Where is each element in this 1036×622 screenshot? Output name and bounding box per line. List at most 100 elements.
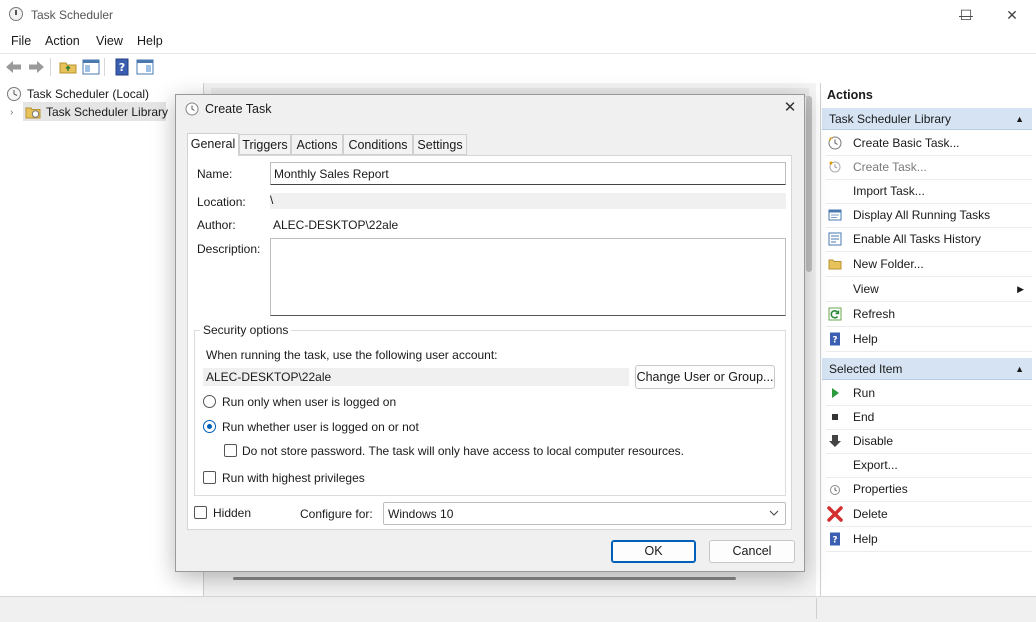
action-help-selected[interactable]: ? Help — [826, 527, 1032, 552]
do-not-store-password-checkbox[interactable] — [224, 444, 237, 457]
change-user-or-group-button[interactable]: Change User or Group... — [635, 365, 775, 389]
status-bar-divider — [816, 598, 817, 619]
new-folder-icon — [828, 259, 842, 270]
run-whether-logged-on-radio[interactable] — [203, 420, 216, 433]
action-end[interactable]: End — [826, 405, 1032, 430]
action-import-task[interactable]: Import Task... — [826, 179, 1032, 204]
name-input-value: Monthly Sales Report — [274, 167, 389, 181]
action-new-folder[interactable]: New Folder... — [826, 252, 1032, 277]
action-create-task[interactable]: Create Task... — [826, 155, 1032, 180]
close-icon: ✕ — [1006, 7, 1018, 23]
dialog-close-button[interactable]: ✕ — [778, 98, 802, 118]
tab-general[interactable]: General — [187, 133, 239, 156]
location-value: \ — [270, 193, 786, 209]
menu-view[interactable]: View — [96, 34, 123, 48]
collapse-up-icon: ▲ — [1015, 114, 1024, 124]
show-hide-action-pane-button[interactable] — [135, 57, 155, 77]
back-button[interactable] — [4, 57, 24, 77]
chevron-down-icon — [769, 510, 779, 516]
cancel-button[interactable]: Cancel — [709, 540, 795, 563]
maximize-button[interactable]: ☐ — [943, 0, 989, 30]
folder-clock-icon — [25, 104, 41, 120]
action-delete[interactable]: Delete — [826, 502, 1032, 527]
menu-action[interactable]: Action — [45, 34, 80, 48]
action-properties[interactable]: Properties — [826, 477, 1032, 502]
description-label: Description: — [197, 242, 261, 256]
action-refresh[interactable]: Refresh — [826, 302, 1032, 327]
action-create-basic-task[interactable]: Create Basic Task... — [826, 131, 1032, 156]
maximize-icon: ☐ — [959, 7, 973, 23]
toolbar-separator — [104, 58, 105, 76]
submenu-arrow-icon: ▶ — [1017, 284, 1024, 294]
action-disable[interactable]: Disable — [826, 429, 1032, 454]
tree-root-local[interactable]: Task Scheduler (Local) — [27, 87, 149, 101]
tab-conditions[interactable]: Conditions — [343, 134, 413, 155]
back-arrow-icon — [6, 61, 21, 73]
svg-text:?: ? — [832, 336, 837, 346]
menu-file[interactable]: File — [11, 34, 31, 48]
action-run[interactable]: Run — [826, 381, 1032, 406]
collapse-up-icon: ▲ — [1015, 364, 1024, 374]
author-label: Author: — [197, 218, 236, 232]
toolbar — [0, 53, 1036, 82]
clock-icon — [6, 86, 22, 102]
action-display-running-tasks[interactable]: Display All Running Tasks — [826, 203, 1032, 228]
ok-button[interactable]: OK — [611, 540, 696, 563]
create-basic-task-icon — [828, 136, 842, 150]
section-header-selected-item[interactable]: Selected Item ▲ — [822, 358, 1032, 380]
close-window-button[interactable]: ✕ — [989, 0, 1035, 30]
create-task-icon — [829, 161, 841, 173]
action-view[interactable]: View ▶ — [826, 277, 1032, 302]
properties-clock-icon — [830, 485, 840, 495]
dialog-title: Create Task — [205, 102, 272, 116]
run-whether-logged-on-label[interactable]: Run whether user is logged on or not — [222, 420, 419, 434]
help-icon: ? — [830, 532, 840, 546]
run-only-logged-on-radio[interactable] — [203, 395, 216, 408]
help-toolbar-button[interactable]: ? — [112, 57, 132, 77]
menu-help[interactable]: Help — [137, 34, 163, 48]
section-header-library[interactable]: Task Scheduler Library ▲ — [822, 108, 1032, 130]
highest-privileges-label[interactable]: Run with highest privileges — [222, 471, 365, 485]
section-header-selected-item-label: Selected Item — [829, 362, 903, 376]
run-play-icon — [832, 388, 839, 398]
action-help-library[interactable]: ? Help — [826, 327, 1032, 352]
location-label: Location: — [197, 195, 246, 209]
svg-text:?: ? — [832, 536, 837, 546]
center-vertical-scrollbar[interactable] — [806, 96, 812, 272]
show-hide-console-tree-button[interactable] — [81, 57, 101, 77]
folder-up-icon — [59, 62, 77, 74]
tab-triggers[interactable]: Triggers — [239, 134, 291, 155]
do-not-store-password-label[interactable]: Do not store password. The task will onl… — [242, 444, 684, 458]
toolbar-separator — [50, 58, 51, 76]
forward-button[interactable] — [26, 57, 46, 77]
action-export[interactable]: Export... — [826, 453, 1032, 478]
console-tree-pane — [0, 83, 204, 596]
tab-actions[interactable]: Actions — [291, 134, 343, 155]
tasks-history-icon — [828, 232, 842, 246]
up-folder-button[interactable] — [58, 57, 78, 77]
tree-task-scheduler-library[interactable]: Task Scheduler Library — [46, 105, 168, 119]
action-enable-tasks-history[interactable]: Enable All Tasks History — [826, 227, 1032, 252]
chevron-right-icon[interactable]: › — [10, 107, 13, 118]
description-textarea[interactable] — [270, 238, 786, 316]
configure-for-value: Windows 10 — [388, 507, 454, 521]
actions-pane-title: Actions — [827, 88, 873, 102]
console-tree-icon — [82, 59, 100, 75]
window-title: Task Scheduler — [31, 8, 114, 22]
highest-privileges-checkbox[interactable] — [203, 471, 216, 484]
forward-arrow-icon — [29, 61, 44, 73]
center-horizontal-scrollbar[interactable] — [233, 577, 736, 580]
status-bar — [0, 596, 1036, 622]
account-prompt: When running the task, use the following… — [206, 348, 498, 362]
configure-for-select[interactable]: Windows 10 — [383, 502, 786, 525]
hidden-checkbox[interactable] — [194, 506, 207, 519]
run-only-logged-on-label[interactable]: Run only when user is logged on — [222, 395, 396, 409]
configure-for-label: Configure for: — [300, 507, 373, 521]
user-account-value: ALEC-DESKTOP\22ale — [203, 368, 629, 386]
refresh-icon — [828, 307, 842, 321]
name-input[interactable]: Monthly Sales Report — [270, 162, 786, 185]
hidden-label[interactable]: Hidden — [213, 506, 251, 520]
stop-icon — [832, 414, 838, 420]
tab-settings[interactable]: Settings — [413, 134, 467, 155]
task-scheduler-clock-icon — [9, 7, 23, 21]
